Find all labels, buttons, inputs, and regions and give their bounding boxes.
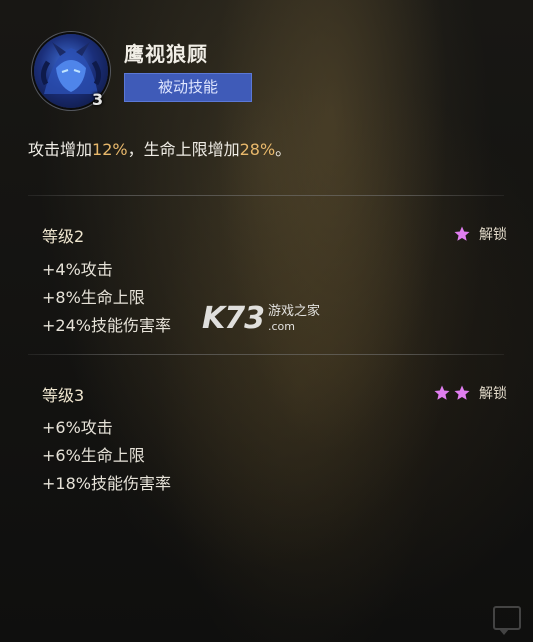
divider <box>28 195 504 196</box>
star-icon <box>454 385 470 400</box>
level-3-title: 等级3 <box>42 386 85 405</box>
desc-text-3: 。 <box>275 140 292 159</box>
level-3-bonus-2: +6%生命上限 <box>42 446 145 465</box>
level-3-unlock-label: 解锁 <box>479 386 507 402</box>
k73-watermark: K73 游戏之家 .com <box>202 301 320 336</box>
level-3-bonus-3: +18%技能伤害率 <box>42 474 171 493</box>
skill-level-number: 3 <box>92 90 104 109</box>
chat-icon[interactable] <box>493 606 521 635</box>
watermark-domain: .com <box>268 320 295 333</box>
level-2-unlock-label: 解锁 <box>479 227 507 243</box>
star-icon <box>434 385 450 400</box>
watermark-cn: 游戏之家 <box>268 304 321 319</box>
skill-description: 攻击增加12%，生命上限增加28%。 <box>28 136 291 160</box>
level-3-bonus-1: +6%攻击 <box>42 418 113 437</box>
desc-text-2: ，生命上限增加 <box>127 140 240 159</box>
desc-value-hp: 28% <box>239 140 276 159</box>
level-2-title: 等级2 <box>42 227 85 246</box>
level-3-unlock: 解锁 <box>433 383 507 403</box>
star-icon <box>454 226 470 241</box>
desc-value-attack: 12% <box>92 140 128 159</box>
watermark-brand: K73 <box>202 301 265 336</box>
level-2-bonus-3: +24%技能伤害率 <box>42 316 171 335</box>
skill-tooltip-panel: 3 鹰视狼顾 被动技能 攻击增加12%，生命上限增加28%。 等级2 解锁 +4… <box>0 0 533 642</box>
divider <box>28 354 504 355</box>
level-2-unlock: 解锁 <box>453 224 507 244</box>
level-2-bonus-1: +4%攻击 <box>42 260 113 279</box>
skill-name: 鹰视狼顾 <box>124 42 208 66</box>
desc-text-1: 攻击增加 <box>28 140 93 159</box>
skill-type-badge: 被动技能 <box>124 73 252 102</box>
level-2-bonus-2: +8%生命上限 <box>42 288 145 307</box>
level-2-stars <box>453 225 471 243</box>
level-3-stars <box>433 384 471 402</box>
